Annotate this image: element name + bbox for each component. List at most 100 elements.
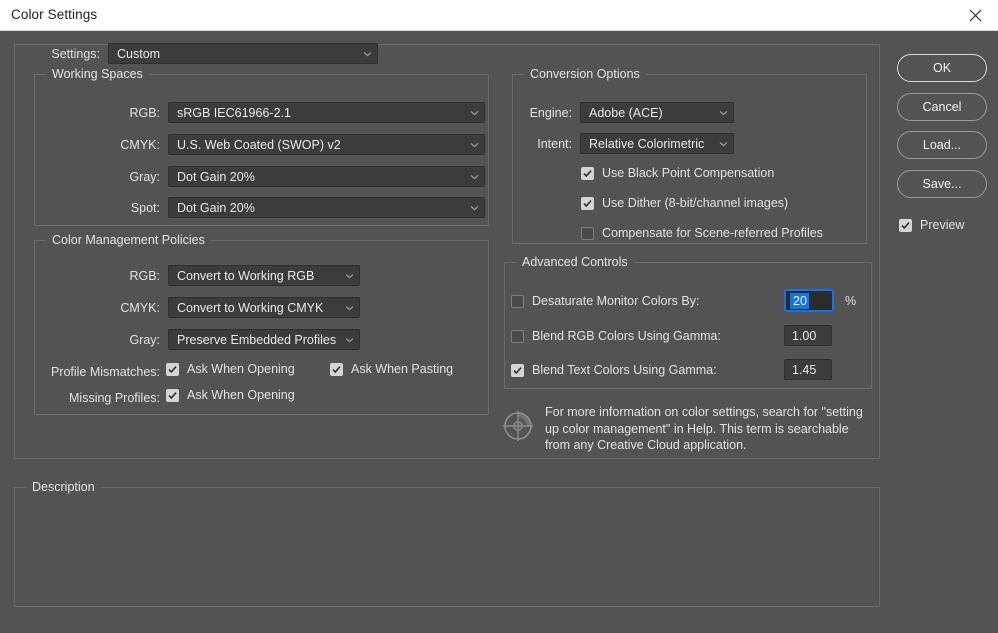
- working-rgb-label: RGB:: [129, 106, 160, 120]
- working-cmyk-dropdown[interactable]: U.S. Web Coated (SWOP) v2: [168, 134, 485, 155]
- working-spot-dropdown[interactable]: Dot Gain 20%: [168, 197, 485, 218]
- blend-text-colors-gamma-input[interactable]: 1.45: [784, 359, 832, 380]
- settings-label: Settings:: [51, 47, 100, 61]
- engine-label: Engine:: [529, 106, 572, 120]
- preview-checkbox[interactable]: Preview: [899, 218, 964, 232]
- policy-gray-value: Preserve Embedded Profiles: [177, 332, 337, 347]
- description-group: Description: [14, 480, 880, 607]
- check-icon: [583, 169, 592, 177]
- checkbox-box: [581, 166, 594, 180]
- engine-value: Adobe (ACE): [589, 105, 663, 120]
- check-icon: [583, 199, 592, 207]
- policy-gray-dropdown[interactable]: Preserve Embedded Profiles: [168, 329, 360, 350]
- checkbox-label: Ask When Pasting: [351, 362, 454, 376]
- checkbox-label: Desaturate Monitor Colors By:: [532, 294, 700, 308]
- info-help-text: For more information on color settings, …: [545, 405, 863, 452]
- engine-dropdown[interactable]: Adobe (ACE): [580, 102, 734, 123]
- color-management-policies-title: Color Management Policies: [46, 233, 211, 247]
- chevron-down-icon: [719, 141, 728, 147]
- intent-label: Intent:: [537, 137, 572, 151]
- checkbox-label: Preview: [920, 218, 965, 232]
- ask-when-pasting-checkbox[interactable]: Ask When Pasting: [330, 362, 453, 376]
- checkbox-box: [511, 363, 524, 377]
- checkbox-label: Use Black Point Compensation: [602, 166, 775, 180]
- checkbox-label: Blend Text Colors Using Gamma:: [532, 363, 717, 377]
- working-spaces-title: Working Spaces: [46, 67, 149, 81]
- close-glyph: [969, 9, 981, 21]
- check-icon: [901, 221, 910, 229]
- intent-value: Relative Colorimetric: [589, 136, 705, 151]
- advanced-controls-title: Advanced Controls: [516, 255, 634, 269]
- chevron-down-icon: [345, 337, 354, 343]
- checkbox-box: [166, 362, 179, 376]
- checkbox-box: [511, 294, 524, 308]
- missing-profiles-label: Missing Profiles:: [69, 391, 160, 405]
- policy-cmyk-value: Convert to Working CMYK: [177, 300, 324, 315]
- policy-cmyk-dropdown[interactable]: Convert to Working CMYK: [168, 297, 360, 318]
- color-settings-dialog: Color Settings Settings: Custom Working …: [0, 0, 998, 633]
- policy-rgb-value: Convert to Working RGB: [177, 268, 315, 283]
- description-title: Description: [26, 480, 101, 494]
- ask-when-opening-missing-checkbox[interactable]: Ask When Opening: [166, 388, 295, 402]
- settings-dropdown[interactable]: Custom: [108, 43, 378, 64]
- close-icon[interactable]: [952, 0, 998, 30]
- use-dither-checkbox[interactable]: Use Dither (8-bit/channel images): [581, 196, 788, 210]
- working-rgb-dropdown[interactable]: sRGB IEC61966-2.1: [168, 102, 485, 123]
- chevron-down-icon: [363, 51, 372, 57]
- policy-gray-label: Gray:: [129, 333, 160, 347]
- save-button[interactable]: Save...: [897, 170, 987, 198]
- working-spot-value: Dot Gain 20%: [177, 200, 255, 215]
- load-button[interactable]: Load...: [897, 131, 987, 159]
- chevron-down-icon: [470, 110, 479, 116]
- checkbox-box: [581, 196, 594, 210]
- input-value: 1.00: [792, 328, 817, 343]
- ask-when-opening-mismatch-checkbox[interactable]: Ask When Opening: [166, 362, 295, 376]
- compensate-scene-referred-checkbox[interactable]: Compensate for Scene-referred Profiles: [581, 226, 823, 240]
- intent-dropdown[interactable]: Relative Colorimetric: [580, 133, 734, 154]
- color-target-icon: [501, 409, 535, 443]
- percent-symbol: %: [845, 294, 857, 308]
- input-value: 20: [790, 292, 809, 309]
- desaturate-monitor-colors-input[interactable]: 20: [785, 290, 833, 311]
- policy-rgb-label: RGB:: [129, 269, 160, 283]
- chevron-down-icon: [470, 205, 479, 211]
- checkbox-box: [166, 388, 179, 402]
- chevron-down-icon: [470, 174, 479, 180]
- checkbox-label: Ask When Opening: [187, 388, 295, 402]
- profile-mismatches-label: Profile Mismatches:: [50, 365, 160, 379]
- checkbox-label: Use Dither (8-bit/channel images): [602, 196, 789, 210]
- use-black-point-compensation-checkbox[interactable]: Use Black Point Compensation: [581, 166, 774, 180]
- checkbox-label: Compensate for Scene-referred Profiles: [602, 226, 823, 240]
- policy-cmyk-label: CMYK:: [120, 301, 160, 315]
- checkbox-label: Blend RGB Colors Using Gamma:: [532, 329, 721, 343]
- blend-rgb-colors-gamma-checkbox[interactable]: Blend RGB Colors Using Gamma:: [511, 329, 721, 343]
- chevron-down-icon: [345, 273, 354, 279]
- working-cmyk-value: U.S. Web Coated (SWOP) v2: [177, 137, 341, 152]
- conversion-options-group: Conversion Options: [512, 67, 867, 244]
- input-value: 1.45: [792, 362, 817, 377]
- ok-button[interactable]: OK: [897, 54, 987, 82]
- working-spot-label: Spot:: [130, 201, 160, 215]
- working-gray-dropdown[interactable]: Dot Gain 20%: [168, 166, 485, 187]
- working-gray-label: Gray:: [129, 170, 160, 184]
- chevron-down-icon: [470, 142, 479, 148]
- policy-rgb-dropdown[interactable]: Convert to Working RGB: [168, 265, 360, 286]
- chevron-down-icon: [719, 110, 728, 116]
- blend-rgb-colors-gamma-input[interactable]: 1.00: [784, 325, 832, 346]
- working-gray-value: Dot Gain 20%: [177, 169, 255, 184]
- title-bar: Color Settings: [0, 0, 998, 31]
- working-rgb-value: sRGB IEC61966-2.1: [177, 105, 291, 120]
- check-icon: [332, 365, 341, 373]
- working-cmyk-label: CMYK:: [120, 138, 160, 152]
- check-icon: [168, 365, 177, 373]
- window-title: Color Settings: [11, 7, 98, 22]
- check-icon: [168, 391, 177, 399]
- desaturate-monitor-colors-checkbox[interactable]: Desaturate Monitor Colors By:: [511, 294, 699, 308]
- conversion-options-title: Conversion Options: [524, 67, 646, 81]
- cancel-button[interactable]: Cancel: [897, 93, 987, 121]
- checkbox-box: [581, 226, 594, 240]
- checkbox-box: [899, 218, 912, 232]
- chevron-down-icon: [345, 305, 354, 311]
- settings-dropdown-value: Custom: [117, 46, 161, 61]
- blend-text-colors-gamma-checkbox[interactable]: Blend Text Colors Using Gamma:: [511, 363, 717, 377]
